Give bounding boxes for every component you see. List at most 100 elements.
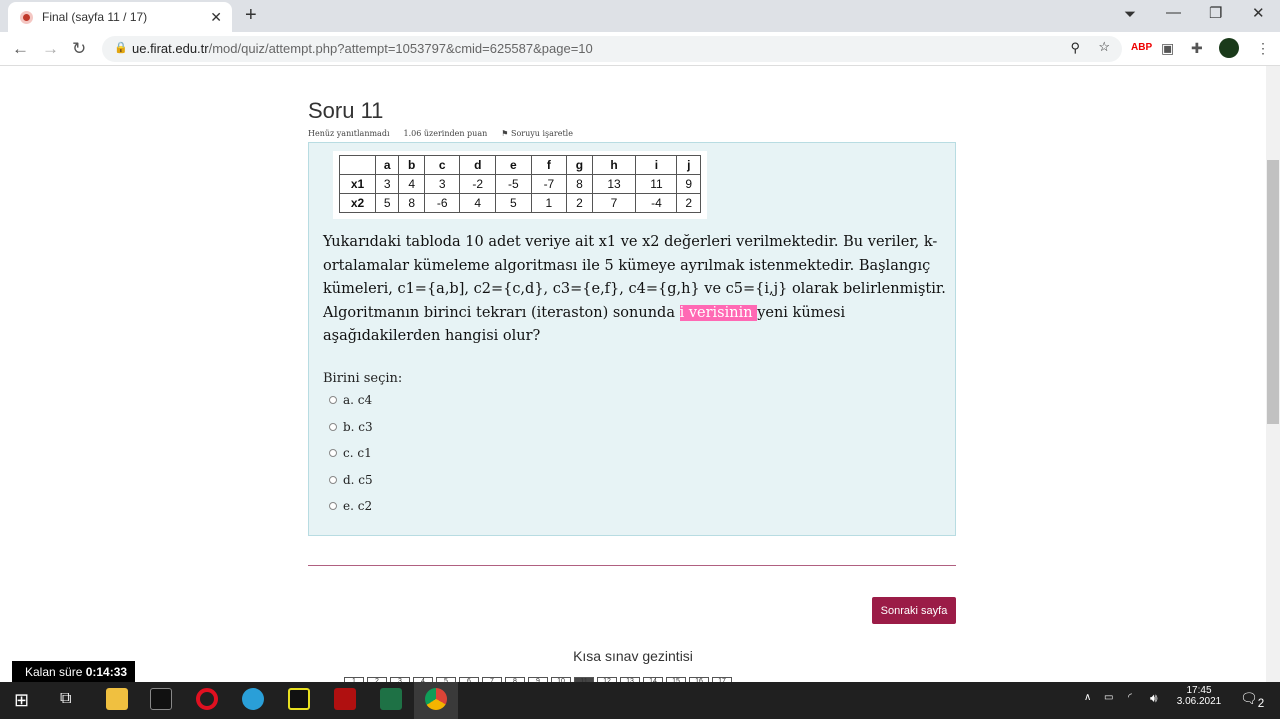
clock-date: 3.06.2021 — [1176, 696, 1222, 707]
bookmark-star-icon[interactable]: ☆ — [1098, 39, 1110, 55]
radio-button[interactable] — [329, 396, 337, 404]
maximize-button[interactable]: ❐ — [1209, 4, 1222, 22]
radio-button[interactable] — [329, 475, 337, 484]
minimize-button[interactable]: — — [1166, 4, 1181, 21]
flag-question-link[interactable]: ⚑ Soruyu işaretle — [501, 129, 573, 138]
data-table-image: a b c d e f g h i j x1 3 4 3 -2 -5 -7 8 13 11 9 x2 5 8 -6 4 5 1 2 7 -4… — [333, 151, 707, 219]
table-row: abcdefghij — [339, 155, 701, 175]
menu-icon[interactable]: ⋮ — [1256, 40, 1270, 57]
answer-option[interactable]: e. c2 — [329, 499, 372, 513]
table-cell: 3 — [374, 174, 400, 194]
telegram-icon[interactable] — [242, 688, 264, 710]
table-cell: x2 — [339, 193, 376, 213]
option-label: b. c3 — [343, 419, 373, 434]
table-cell: -2 — [459, 174, 497, 194]
zoom-icon[interactable]: ⚲ — [1070, 40, 1080, 56]
option-label: e. c2 — [343, 499, 373, 513]
task-view-icon[interactable]: ⧉ — [60, 690, 71, 708]
table-cell: 1 — [530, 193, 568, 213]
quiz-navigation-title: Kısa sınav gezintisi — [573, 648, 693, 664]
file-explorer-icon[interactable] — [106, 688, 128, 710]
adblock-icon[interactable]: ABP — [1131, 42, 1152, 53]
battery-icon[interactable]: ▭ — [1104, 692, 1113, 703]
notifications-icon[interactable]: 🗨︎2 — [1240, 690, 1264, 710]
lock-icon: 🔒 — [114, 42, 128, 54]
question-content: a b c d e f g h i j x1 3 4 3 -2 -5 -7 8 13 11 9 x2 5 8 -6 4 5 1 2 7 -4… — [308, 142, 956, 536]
acrobat-icon[interactable] — [334, 688, 356, 710]
option-label: d. c5 — [343, 472, 373, 487]
table-cell: -7 — [530, 174, 568, 194]
scrollbar-thumb[interactable] — [1267, 160, 1279, 424]
answer-option[interactable]: c. c1 — [329, 446, 372, 460]
url-input[interactable]: 🔒 ue.firat.edu.tr/mod/quiz/attempt.php?at… — [102, 36, 1122, 62]
table-cell: 2 — [566, 193, 593, 213]
timer-value: 0:14:33 — [85, 665, 128, 679]
table-cell: -4 — [635, 193, 678, 213]
remaining-time: Kalan süre 0:14:33 — [12, 661, 135, 683]
wifi-icon[interactable]: ◜ — [1128, 692, 1132, 703]
chrome-icon — [425, 688, 447, 710]
table-cell: a — [374, 155, 400, 175]
url-host: ue.firat.edu.tr — [132, 41, 209, 56]
opera-icon[interactable] — [196, 688, 218, 710]
answer-option[interactable]: d. c5 — [329, 473, 373, 487]
clock[interactable]: 17:45 3.06.2021 — [1172, 685, 1226, 707]
notification-count: 2 — [1257, 696, 1265, 710]
close-window-button[interactable]: ✕ — [1252, 4, 1265, 22]
table-cell: 4 — [398, 174, 425, 194]
reload-icon[interactable]: ↻ — [72, 39, 86, 59]
close-tab-icon[interactable]: ✕ — [210, 9, 222, 26]
windows-start-icon[interactable]: ⊞ — [14, 690, 29, 711]
option-label: c. c1 — [343, 446, 372, 460]
table-row: x1 3 4 3 -2 -5 -7 8 13 11 9 — [339, 174, 701, 194]
table-cell: d — [459, 155, 497, 175]
question-points: 1.06 üzerinden puan — [403, 129, 488, 138]
option-label: a. c4 — [343, 393, 373, 407]
table-cell: 8 — [398, 193, 425, 213]
browser-tab[interactable]: Final (sayfa 11 / 17) ✕ — [8, 2, 232, 32]
table-cell: e — [495, 155, 532, 175]
clock-time: 17:45 — [1186, 685, 1212, 696]
radio-button[interactable] — [329, 422, 337, 431]
table-cell: -5 — [495, 174, 532, 194]
table-cell: 9 — [676, 174, 701, 194]
timer-label: Kalan süre — [25, 665, 86, 679]
radio-button[interactable] — [329, 449, 337, 457]
table-cell: x1 — [339, 174, 376, 194]
table-cell: b — [398, 155, 425, 175]
chrome-taskbar-button[interactable] — [414, 682, 458, 719]
next-page-button[interactable]: Sonraki sayfa — [872, 597, 956, 624]
pycharm-icon[interactable] — [288, 688, 310, 710]
answer-prompt: Birini seçin: — [323, 371, 403, 386]
extension-icon[interactable]: ▣ — [1161, 40, 1174, 57]
extensions-puzzle-icon[interactable]: ✚ — [1191, 40, 1203, 57]
show-hidden-icons[interactable]: ∧ — [1084, 692, 1091, 703]
new-tab-button[interactable]: + — [245, 4, 257, 27]
tab-search-icon[interactable]: ⏷ — [1124, 6, 1136, 23]
table-cell — [339, 155, 376, 175]
table-cell: 5 — [374, 193, 400, 213]
table-cell: 2 — [676, 193, 701, 213]
tab-title: Final (sayfa 11 / 17) — [42, 10, 148, 24]
volume-icon[interactable]: 🔊︎ — [1150, 691, 1158, 706]
table-cell: 7 — [591, 193, 637, 213]
profile-avatar[interactable] — [1219, 38, 1239, 58]
question-text: Yukarıdaki tabloda 10 adet veriye ait x1… — [323, 231, 948, 349]
answer-option[interactable]: a. c4 — [329, 393, 372, 407]
answer-option[interactable]: b. c3 — [329, 420, 373, 434]
forward-icon[interactable]: → — [42, 39, 59, 59]
table-cell: 3 — [423, 174, 461, 194]
excel-icon[interactable] — [380, 688, 402, 710]
url-path: /mod/quiz/attempt.php?attempt=1053797&cm… — [208, 41, 593, 56]
address-bar-row: ← → ↻ 🔒 ue.firat.edu.tr/mod/quiz/attempt.… — [0, 32, 1280, 66]
radio-button[interactable] — [329, 502, 337, 510]
terminal-icon[interactable] — [150, 688, 172, 710]
highlighted-text: i verisinin — [679, 304, 758, 321]
table-cell: 8 — [566, 174, 593, 194]
back-icon[interactable]: ← — [12, 39, 29, 59]
question-status: Henüz yanıtlanmadı — [308, 129, 390, 138]
site-favicon-icon — [20, 10, 33, 24]
tab-bar: Final (sayfa 11 / 17) ✕ + ⏷ — ❐ ✕ — [0, 0, 1280, 32]
divider — [308, 565, 956, 566]
table-cell: f — [530, 155, 568, 175]
